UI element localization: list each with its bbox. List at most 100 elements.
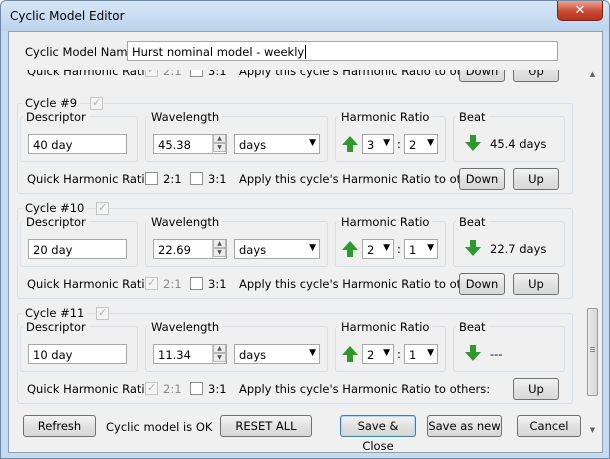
ratio-3-1-label: 3:1 (208, 277, 227, 291)
close-button[interactable]: ✕ (557, 1, 603, 21)
scrollbar-thumb[interactable] (587, 308, 598, 396)
beat-label: Beat (456, 110, 489, 124)
wavelength-input[interactable]: 45.38 ▲ ▼ (153, 134, 227, 154)
chevron-down-icon: ▼ (383, 138, 390, 148)
quick-ratio-label: Quick Harmonic Ratio: (27, 277, 156, 291)
cycle-10-enabled-checkbox[interactable]: ✓ (96, 201, 109, 215)
ratio-3-1-checkbox[interactable] (190, 277, 203, 290)
ratio-3-1-label: 3:1 (208, 70, 227, 78)
cycle-panel-9: Cycle #9 ✓ Descriptor 40 day Wavelength … (17, 96, 573, 194)
wavelength-unit-select[interactable]: days ▼ (234, 344, 320, 364)
cycle-11-enabled-checkbox[interactable]: ✓ (96, 306, 109, 320)
chevron-down-icon: ▼ (383, 348, 390, 358)
unit-value: days (239, 348, 267, 362)
model-name-input[interactable]: Hurst nominal model - weekly (127, 41, 558, 61)
ratio-numerator-select[interactable]: 2 ▼ (362, 344, 394, 364)
ratio-3-1-checkbox[interactable] (190, 172, 203, 185)
cycle-9-enabled-checkbox[interactable]: ✓ (90, 96, 103, 110)
ratio-denominator-select[interactable]: 2 ▼ (404, 134, 438, 154)
beat-value: 45.4 days (490, 137, 547, 151)
check-mark-icon: ✓ (147, 381, 157, 394)
chevron-down-icon: ▼ (309, 243, 316, 253)
cycles-scroll-area: Quick Harmonic Ratio: ✓ 2:1 3:1 Apply th… (9, 70, 585, 435)
cycle-9-title: Cycle #9 (22, 96, 81, 110)
ratio-2-1-checkbox[interactable] (145, 172, 158, 185)
editor-client-area: Cyclic Model Name: Hurst nominal model -… (8, 31, 603, 453)
ratio-2-1-label: 2:1 (163, 172, 182, 186)
ratio-denominator-select[interactable]: 1 ▼ (404, 344, 438, 364)
beat-value: 22.7 days (490, 242, 547, 256)
move-up-button[interactable]: Up (513, 70, 559, 82)
model-name-label: Cyclic Model Name: (25, 45, 139, 59)
move-up-button[interactable]: Up (513, 378, 559, 400)
wavelength-input[interactable]: 11.34 ▲ ▼ (153, 344, 227, 364)
descriptor-input[interactable]: 10 day (28, 344, 127, 364)
ratio-2-1-checkbox[interactable]: ✓ (145, 381, 158, 395)
spin-up-icon[interactable]: ▲ (213, 135, 226, 143)
quick-ratio-label: Quick Harmonic Ratio: (27, 172, 156, 186)
descriptor-label: Descriptor (23, 215, 89, 229)
window-title: Cyclic Model Editor (10, 9, 125, 23)
spin-down-icon[interactable]: ▼ (213, 248, 226, 257)
descriptor-label: Descriptor (23, 110, 89, 124)
wavelength-spinner[interactable]: ▲ ▼ (212, 240, 226, 258)
descriptor-label: Descriptor (23, 320, 89, 334)
cycle-11-title-text: Cycle #11 (25, 306, 85, 320)
grip-icon (590, 347, 595, 348)
harmonic-ratio-label: Harmonic Ratio (338, 320, 433, 334)
wavelength-unit-select[interactable]: days ▼ (234, 134, 320, 154)
ratio-numerator-select[interactable]: 2 ▼ (362, 239, 394, 259)
cycle-11-title: Cycle #11 (22, 306, 88, 320)
ratio-3-1-label: 3:1 (208, 172, 227, 186)
green-up-arrow-icon (342, 136, 358, 152)
harmonic-ratio-label: Harmonic Ratio (338, 110, 433, 124)
ratio-numerator-value: 2 (367, 243, 375, 257)
move-up-button[interactable]: Up (513, 273, 559, 295)
wavelength-spinner[interactable]: ▲ ▼ (212, 345, 226, 363)
wavelength-spinner[interactable]: ▲ ▼ (212, 135, 226, 153)
ratio-2-1-checkbox[interactable]: ✓ (145, 70, 158, 77)
scroll-down-icon[interactable]: ▼ (586, 424, 599, 436)
wavelength-value: 11.34 (158, 348, 191, 362)
ratio-3-1-label: 3:1 (208, 382, 227, 396)
refresh-button[interactable]: Refresh (23, 415, 96, 437)
reset-all-button[interactable]: RESET ALL (220, 415, 312, 437)
ratio-2-1-checkbox[interactable]: ✓ (145, 276, 158, 290)
partial-cycle-row: Quick Harmonic Ratio: ✓ 2:1 3:1 Apply th… (9, 70, 585, 82)
descriptor-input[interactable]: 40 day (28, 134, 127, 154)
wavelength-input[interactable]: 22.69 ▲ ▼ (153, 239, 227, 259)
close-icon: ✕ (574, 3, 586, 18)
quick-ratio-label: Quick Harmonic Ratio: (27, 70, 156, 78)
ratio-colon: : (397, 347, 401, 361)
save-close-button[interactable]: Save & Close (340, 415, 416, 453)
spin-down-icon[interactable]: ▼ (213, 353, 226, 362)
descriptor-input[interactable]: 20 day (28, 239, 127, 259)
cycle-panel-10: Cycle #10 ✓ Descriptor 20 day Wavelength… (17, 201, 573, 299)
move-down-button[interactable]: Down (459, 168, 505, 190)
spin-up-icon[interactable]: ▲ (213, 240, 226, 248)
chevron-down-icon: ▼ (427, 243, 434, 253)
ratio-3-1-checkbox[interactable] (190, 382, 203, 395)
save-as-new-button[interactable]: Save as new (427, 415, 502, 437)
ratio-2-1-label: 2:1 (163, 277, 182, 291)
title-bar[interactable]: Cyclic Model Editor ✕ (1, 1, 609, 31)
check-mark-icon: ✓ (98, 306, 108, 319)
wavelength-unit-select[interactable]: days ▼ (234, 239, 320, 259)
beat-value: --- (490, 347, 503, 361)
spin-up-icon[interactable]: ▲ (213, 345, 226, 353)
chevron-down-icon: ▼ (383, 243, 390, 253)
apply-ratio-label: Apply this cycle's Harmonic Ratio to oth… (239, 172, 491, 186)
move-down-button[interactable]: Down (459, 70, 505, 82)
cancel-button[interactable]: Cancel (517, 415, 581, 437)
wavelength-value: 45.38 (158, 138, 191, 152)
move-up-button[interactable]: Up (513, 168, 559, 190)
ratio-numerator-select[interactable]: 3 ▼ (362, 134, 394, 154)
scroll-up-icon[interactable]: ▲ (586, 68, 599, 80)
unit-value: days (239, 243, 267, 257)
vertical-scrollbar[interactable]: ▲ ▼ (586, 68, 599, 436)
move-down-button[interactable]: Down (459, 273, 505, 295)
spin-down-icon[interactable]: ▼ (213, 143, 226, 152)
cyclic-model-editor-window: Cyclic Model Editor ✕ Cyclic Model Name:… (0, 0, 610, 459)
ratio-denominator-select[interactable]: 1 ▼ (404, 239, 438, 259)
ratio-3-1-checkbox[interactable] (190, 70, 203, 77)
